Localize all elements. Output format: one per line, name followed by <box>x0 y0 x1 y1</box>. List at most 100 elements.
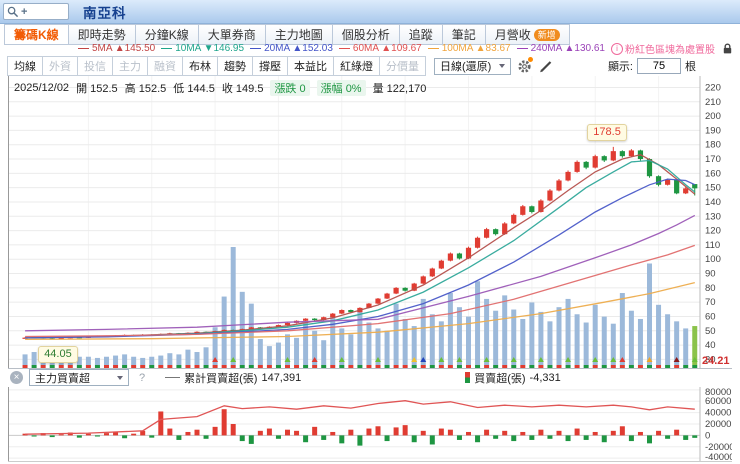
add-stock-icon[interactable]: + <box>21 6 27 17</box>
ma-label: 5MA ▲145.50 <box>91 43 156 54</box>
bottom-border <box>8 461 732 462</box>
ohlc-info-bar: 2025/12/02 開 152.5 高 152.5 低 144.5 收 149… <box>14 80 426 96</box>
svg-text:60000: 60000 <box>705 396 731 407</box>
ma-legend-item: 240MA ▲130.61 <box>516 43 605 54</box>
ma-line-swatch <box>516 48 528 49</box>
chevron-down-icon <box>117 375 123 380</box>
stock-name: 南亞科 <box>83 5 127 21</box>
close-indicator-button[interactable]: × <box>10 371 23 384</box>
lock-icon[interactable] <box>721 42 734 55</box>
pink-block-note: i 粉紅色區塊為處置股 <box>611 41 715 56</box>
low-price-tooltip: 44.05 <box>38 346 78 364</box>
svg-text:160: 160 <box>705 168 721 179</box>
chart-toolbar: 均線外資投信主力融資布林趨勢撐壓本益比紅綠燈分價量 日線(還原) 顯示: 根 <box>7 56 732 76</box>
display-count-input[interactable] <box>637 58 681 74</box>
info-low: 低 144.5 <box>173 83 215 95</box>
svg-text:50: 50 <box>705 326 716 337</box>
top-bar: + 南亞科 <box>0 0 740 24</box>
svg-text:0: 0 <box>705 430 710 441</box>
period-select[interactable]: 日線(還原) <box>434 57 512 75</box>
ma-line-swatch <box>427 48 439 49</box>
display-label: 顯示: <box>607 61 633 73</box>
change-chip: 漲跌 0 <box>270 80 310 96</box>
svg-text:150: 150 <box>705 183 721 194</box>
svg-text:110: 110 <box>705 240 720 251</box>
toolbar-button-融資[interactable]: 融資 <box>147 56 183 76</box>
svg-text:-40000: -40000 <box>705 452 732 461</box>
ma-line-swatch <box>338 48 350 49</box>
info-date: 2025/12/02 <box>14 82 70 94</box>
toolbar-button-外資[interactable]: 外資 <box>42 56 78 76</box>
indicator-select[interactable]: 主力買賣超 <box>29 369 129 386</box>
period-select-value: 日線(還原) <box>440 61 492 73</box>
svg-text:70: 70 <box>705 297 716 308</box>
toolbar-button-本益比[interactable]: 本益比 <box>287 56 334 76</box>
ma-label: 100MA ▲83.67 <box>441 43 511 54</box>
tab-籌碼K線[interactable]: 籌碼K線 <box>4 24 69 45</box>
svg-text:120: 120 <box>705 226 721 237</box>
toolbar-button-主力[interactable]: 主力 <box>112 56 148 76</box>
info-open: 開 152.5 <box>76 83 118 95</box>
ma-label: 240MA ▲130.61 <box>530 43 605 54</box>
chart-toolbar-buttons: 均線 外資 投信 主力 融資 布林 趨勢 撐壓 本益比 紅綠燈 分價量 <box>7 56 426 76</box>
svg-text:40000: 40000 <box>705 408 731 419</box>
net-buy-legend: 買賣超(張) -4,331 <box>465 370 561 386</box>
svg-text:100: 100 <box>705 254 721 265</box>
indicator-chart-svg: 800006000040000200000-20000-40000 <box>8 387 735 463</box>
pink-block-note-text: 粉紅色區塊為處置股 <box>625 45 715 56</box>
display-count-group: 顯示: 根 <box>608 58 696 74</box>
toolbar-button-趨勢[interactable]: 趨勢 <box>217 56 253 76</box>
ma-label: 60MA ▲109.67 <box>352 43 422 54</box>
main-chart-svg: 220 210 200 190 180 170 160 150 140 130 120 110 100 9… <box>8 76 730 368</box>
help-icon[interactable]: ? <box>139 372 145 384</box>
toolbar-button-布林[interactable]: 布林 <box>182 56 218 76</box>
indicator-panel-header: × 主力買賣超 ? 累計買賣超(張) 147,391 買賣超(張) -4,331 <box>10 369 700 386</box>
svg-text:200: 200 <box>705 111 721 122</box>
pencil-icon <box>540 60 552 72</box>
svg-text:140: 140 <box>705 197 721 208</box>
info-volume: 量 122,170 <box>372 83 427 95</box>
ma-line-swatch <box>77 48 89 49</box>
toolbar-button-分價量[interactable]: 分價量 <box>379 56 426 76</box>
ma-label: 20MA ▲152.03 <box>264 43 333 54</box>
main-candlestick-chart[interactable]: 220 210 200 190 180 170 160 150 140 130 120 110 100 9… <box>8 76 732 368</box>
svg-text:220: 220 <box>705 82 721 93</box>
svg-text:170: 170 <box>705 154 721 165</box>
ma-legend: 5MA ▲145.50 10MA ▼146.95 20MA ▲152.03 60MA … <box>77 41 734 56</box>
indicator-bar-chart[interactable]: 80000 60000 40000 20000 0 -20000 -40000 <box>8 387 735 463</box>
high-price-tooltip: 178.5 <box>587 123 627 141</box>
toolbar-button-投信[interactable]: 投信 <box>77 56 113 76</box>
chevron-down-icon <box>499 64 506 68</box>
svg-text:190: 190 <box>705 125 721 136</box>
stock-search-box[interactable]: + <box>3 3 69 20</box>
toolbar-button-撐壓[interactable]: 撐壓 <box>252 56 288 76</box>
info-high: 高 152.5 <box>124 83 167 95</box>
ma-legend-items: 5MA ▲145.50 10MA ▼146.95 20MA ▲152.03 60MA … <box>77 43 605 54</box>
search-icon <box>7 6 19 17</box>
svg-text:24.21: 24.21 <box>702 355 730 367</box>
indicator-select-value: 主力買賣超 <box>35 372 90 385</box>
svg-text:90: 90 <box>705 269 716 280</box>
ma-legend-item: 20MA ▲152.03 <box>250 43 333 54</box>
ma-legend-item: 100MA ▲83.67 <box>427 43 511 54</box>
info-close: 收 149.5 <box>221 83 264 95</box>
toolbar-button-紅綠燈[interactable]: 紅綠燈 <box>333 56 380 76</box>
ma-line-swatch <box>161 48 173 49</box>
toolbar-button-均線[interactable]: 均線 <box>7 56 43 76</box>
ma-legend-item: 5MA ▲145.50 <box>77 43 156 54</box>
svg-text:40: 40 <box>705 340 716 351</box>
info-icon: i <box>611 42 623 55</box>
draw-button[interactable] <box>538 59 553 74</box>
notification-dot <box>528 56 534 62</box>
bar-swatch <box>465 372 471 383</box>
svg-text:60: 60 <box>705 311 716 322</box>
ma-legend-item: 10MA ▼146.95 <box>161 43 244 54</box>
svg-text:20000: 20000 <box>705 419 731 430</box>
tab-label: 籌碼K線 <box>14 28 59 42</box>
ma-label: 10MA ▼146.95 <box>175 43 245 54</box>
settings-button[interactable] <box>517 56 534 74</box>
svg-text:180: 180 <box>705 140 721 151</box>
svg-text:130: 130 <box>705 211 721 222</box>
tab-badge: 新增 <box>533 28 560 41</box>
line-swatch <box>165 377 181 378</box>
